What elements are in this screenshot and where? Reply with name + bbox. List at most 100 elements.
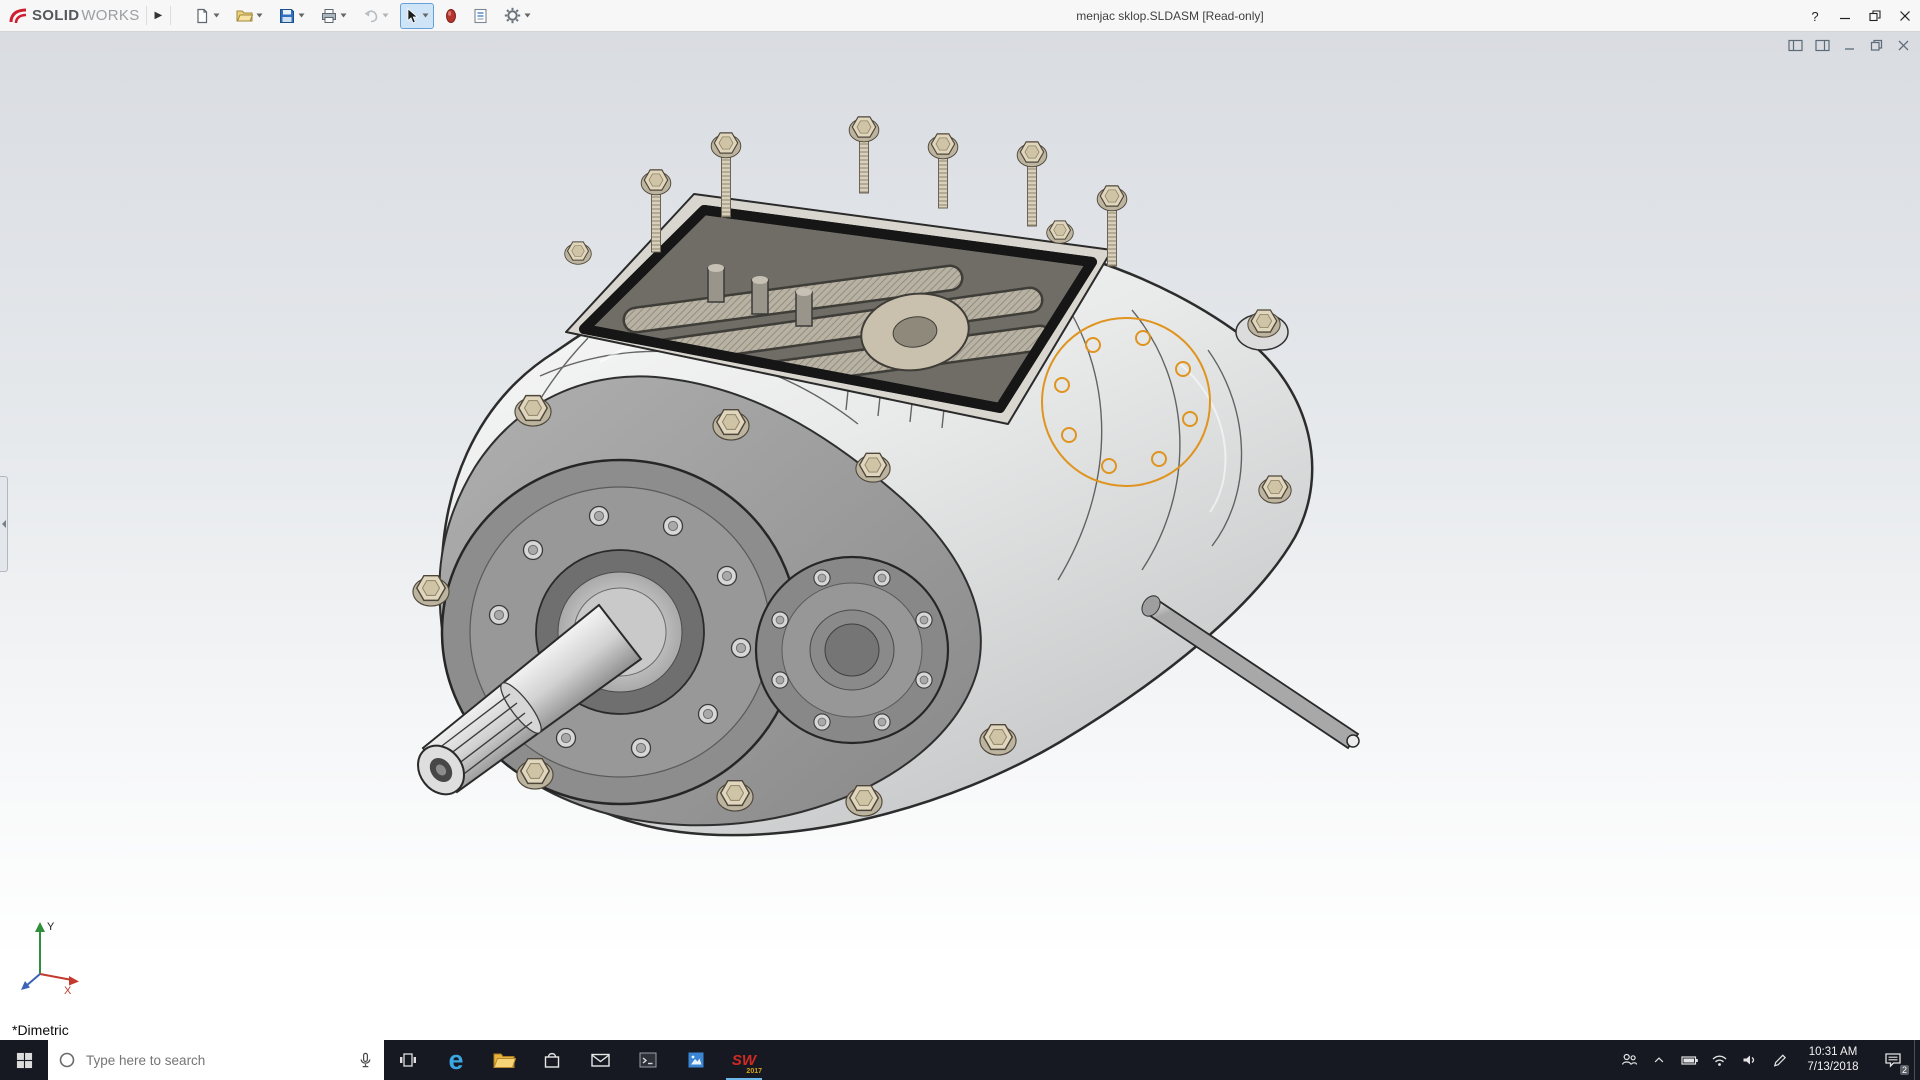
- appearance-icon: [445, 8, 457, 24]
- save-icon: [279, 8, 295, 24]
- taskbar-app-mail[interactable]: [576, 1040, 624, 1080]
- doc-pane-left-button[interactable]: [1786, 37, 1804, 53]
- people-button[interactable]: [1614, 1040, 1644, 1080]
- microphone-icon[interactable]: [357, 1052, 374, 1069]
- chevron-down-icon[interactable]: [422, 13, 429, 18]
- doc-close-icon: [1897, 39, 1910, 52]
- network-button[interactable]: [1704, 1040, 1734, 1080]
- volume-icon: [1740, 1051, 1759, 1069]
- doc-close-button[interactable]: [1894, 37, 1912, 53]
- window-controls: ?: [1800, 0, 1920, 32]
- help-button[interactable]: ?: [1800, 0, 1830, 32]
- close-button[interactable]: [1890, 0, 1920, 32]
- new-document-icon: [194, 8, 210, 24]
- volume-button[interactable]: [1734, 1040, 1764, 1080]
- task-view-icon: [398, 1050, 418, 1070]
- doc-restore-icon: [1870, 39, 1883, 52]
- search-input[interactable]: [86, 1053, 347, 1068]
- edge-icon: e: [448, 1047, 463, 1074]
- select-button[interactable]: [400, 3, 434, 29]
- menu-expand-button[interactable]: ▶: [146, 6, 172, 25]
- solidworks-year-badge: 2017: [746, 1068, 762, 1075]
- clock-date: 7/13/2018: [1807, 1060, 1858, 1075]
- doc-minimize-icon: [1843, 39, 1856, 52]
- save-button[interactable]: [274, 3, 310, 29]
- document-title: menjac sklop.SLDASM [Read-only]: [1020, 9, 1320, 23]
- console-icon: [638, 1050, 658, 1070]
- battery-icon: [1680, 1051, 1699, 1069]
- appearance-button[interactable]: [440, 3, 462, 29]
- minimize-button[interactable]: [1830, 0, 1860, 32]
- taskbar-app-solidworks[interactable]: SW 2017: [720, 1040, 768, 1080]
- doc-restore-button[interactable]: [1867, 37, 1885, 53]
- mail-icon: [590, 1051, 611, 1069]
- triad-x-label: X: [64, 985, 72, 997]
- pen-icon: [1771, 1052, 1788, 1069]
- minimize-icon: [1839, 10, 1851, 22]
- doc-minimize-button[interactable]: [1840, 37, 1858, 53]
- report-book-icon: [473, 8, 488, 24]
- clock-time: 10:31 AM: [1809, 1045, 1858, 1060]
- pane-left-icon: [1788, 39, 1803, 52]
- system-tray: 10:31 AM 7/13/2018 2: [1614, 1040, 1920, 1080]
- screen: SOLID WORKS ▶: [0, 0, 1920, 1080]
- feature-panel-collapse-tab[interactable]: [0, 476, 8, 572]
- pen-button[interactable]: [1764, 1040, 1794, 1080]
- collapse-arrow-icon: [2, 520, 6, 528]
- pane-right-icon: [1815, 39, 1830, 52]
- taskbar-app-photos[interactable]: [672, 1040, 720, 1080]
- solidworks-app-icon: SW 2017: [728, 1044, 760, 1076]
- chevron-down-icon[interactable]: [340, 13, 347, 18]
- close-icon: [1899, 10, 1911, 22]
- open-folder-icon: [236, 8, 253, 23]
- wifi-icon: [1710, 1051, 1729, 1069]
- chevron-down-icon[interactable]: [298, 13, 305, 18]
- store-icon: [542, 1050, 562, 1070]
- view-orientation-label: *Dimetric: [12, 1022, 69, 1038]
- restore-button[interactable]: [1860, 0, 1890, 32]
- taskbar-app-edge[interactable]: e: [432, 1040, 480, 1080]
- task-view-button[interactable]: [384, 1040, 432, 1080]
- notification-badge: 2: [1900, 1065, 1909, 1075]
- gear-icon: [504, 7, 521, 24]
- chevron-down-icon[interactable]: [213, 13, 220, 18]
- options-button[interactable]: [499, 3, 536, 29]
- taskbar-clock[interactable]: 10:31 AM 7/13/2018: [1794, 1040, 1872, 1080]
- solidworks-logo: SOLID WORKS: [0, 7, 146, 25]
- people-icon: [1620, 1051, 1639, 1069]
- show-desktop-button[interactable]: [1914, 1040, 1920, 1080]
- windows-logo-icon: [16, 1052, 33, 1069]
- new-document-button[interactable]: [189, 3, 225, 29]
- solidworks-sw-glyph: SW: [732, 1052, 756, 1069]
- action-center-button[interactable]: 2: [1872, 1040, 1914, 1080]
- taskbar-app-store[interactable]: [528, 1040, 576, 1080]
- open-button[interactable]: [231, 3, 268, 29]
- logo-text-solid: SOLID: [32, 7, 79, 24]
- undo-button[interactable]: [358, 3, 394, 29]
- select-cursor-icon: [405, 8, 419, 24]
- quick-access-toolbar: [189, 3, 536, 29]
- start-button[interactable]: [0, 1040, 48, 1080]
- design-binder-button[interactable]: [468, 3, 493, 29]
- gearbox-3d-model[interactable]: [0, 32, 1920, 1040]
- orientation-triad: Y X: [18, 914, 88, 998]
- doc-pane-right-button[interactable]: [1813, 37, 1831, 53]
- photos-icon: [686, 1050, 706, 1070]
- taskbar-search[interactable]: [48, 1040, 384, 1080]
- taskbar-app-file-explorer[interactable]: [480, 1040, 528, 1080]
- graphics-area[interactable]: Y X *Dimetric: [0, 32, 1920, 1040]
- chevron-down-icon[interactable]: [382, 13, 389, 18]
- undo-icon: [363, 9, 379, 23]
- windows-taskbar: e: [0, 1040, 1920, 1080]
- print-button[interactable]: [316, 3, 352, 29]
- chevron-down-icon[interactable]: [524, 13, 531, 18]
- taskbar-app-console[interactable]: [624, 1040, 672, 1080]
- battery-button[interactable]: [1674, 1040, 1704, 1080]
- tray-overflow-button[interactable]: [1644, 1040, 1674, 1080]
- print-icon: [321, 8, 337, 24]
- logo-text-works: WORKS: [81, 7, 139, 24]
- chevron-down-icon[interactable]: [256, 13, 263, 18]
- file-explorer-icon: [492, 1050, 516, 1070]
- restore-icon: [1869, 10, 1881, 22]
- solidworks-logo-icon: [8, 7, 28, 25]
